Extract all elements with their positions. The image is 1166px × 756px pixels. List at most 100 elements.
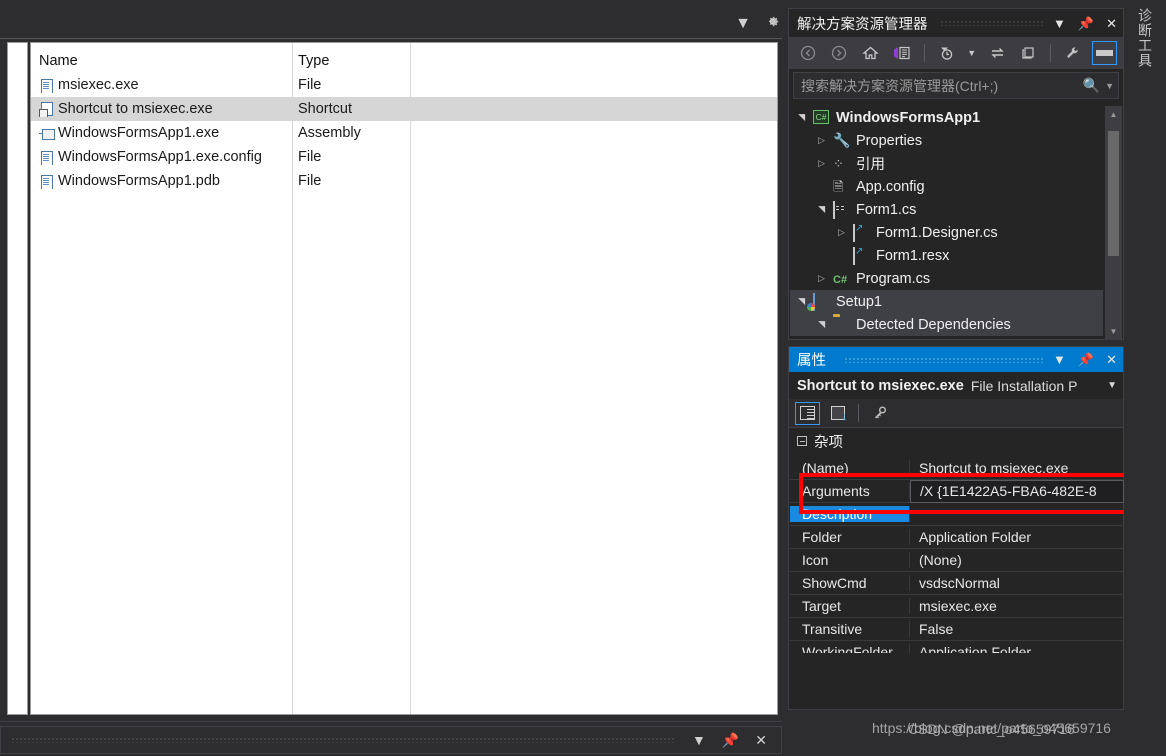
tree-node-form1-cs[interactable]: ◢ Form1.cs	[790, 198, 1103, 221]
properties-grid[interactable]: (Name) Shortcut to msiexec.exe Arguments/X…	[790, 457, 1124, 653]
tree-node-windowsformsapp1[interactable]: ◢ C# WindowsFormsApp1	[790, 106, 1103, 129]
column-header-name[interactable]: Name	[31, 53, 292, 69]
property-name[interactable]: (Name)	[790, 460, 910, 476]
preview-selected-items-button[interactable]	[1091, 41, 1118, 65]
properties-category-header[interactable]: 杂项	[789, 428, 1123, 454]
collapse-all-button[interactable]	[1016, 41, 1041, 65]
visual-studio-window: ▼ Name Type msiexec.exe File Shortcut to msi…	[0, 0, 1166, 756]
chevron-right-icon[interactable]: ▷	[836, 228, 847, 237]
pin-icon[interactable]: 📌	[722, 733, 739, 747]
property-row[interactable]: Target msiexec.exe	[790, 595, 1124, 618]
alphabetical-button[interactable]	[825, 402, 850, 425]
chevron-down-icon[interactable]: ◢	[796, 112, 806, 123]
pending-changes-button[interactable]	[933, 41, 958, 65]
property-value[interactable]: vsdscNormal	[910, 575, 1124, 591]
scroll-down-icon[interactable]: ▼	[1105, 323, 1122, 340]
property-name[interactable]: Icon	[790, 552, 910, 568]
scroll-up-icon[interactable]: ▲	[1105, 106, 1122, 123]
titlebar-grip[interactable]	[939, 20, 1046, 26]
property-name[interactable]: Arguments	[790, 483, 910, 499]
chevron-down-icon[interactable]: ▼	[1107, 380, 1117, 391]
tab-diagnostic-tools[interactable]: 诊断工具	[1135, 8, 1155, 68]
solution-explorer-search[interactable]: 搜索解决方案资源管理器(Ctrl+;) 🔍 ▼	[793, 72, 1119, 99]
bottom-bar-grip[interactable]	[11, 737, 676, 743]
property-value[interactable]: Shortcut to msiexec.exe	[910, 460, 1124, 476]
pin-icon[interactable]: 📌	[1078, 353, 1094, 366]
assembly-icon	[39, 126, 55, 141]
tree-node-form1-resx[interactable]: Form1.resx	[790, 244, 1103, 267]
tree-node-label: Form1.cs	[856, 201, 917, 218]
back-button[interactable]	[795, 41, 820, 65]
close-icon[interactable]: ✕	[755, 733, 767, 747]
solution-view-button[interactable]	[889, 41, 914, 65]
property-row[interactable]: WorkingFolder Application Folder	[790, 641, 1124, 653]
property-name[interactable]: Description	[790, 506, 910, 522]
tree-node-setup1[interactable]: ◢ Setup1	[790, 290, 1103, 313]
property-row[interactable]: Icon (None)	[790, 549, 1124, 572]
chevron-right-icon[interactable]: ▷	[816, 136, 827, 145]
chevron-right-icon[interactable]: ▷	[816, 274, 827, 283]
file-list-row[interactable]: WindowsFormsApp1.exe.config File	[31, 145, 777, 169]
tree-node-app-config[interactable]: 🗎 App.config	[790, 175, 1103, 198]
categorized-button[interactable]	[795, 401, 820, 425]
tree-node-[interactable]: ▷ ⁘ 引用	[790, 152, 1103, 175]
file-system-editor-list[interactable]: Name Type msiexec.exe File Shortcut to msiex…	[30, 42, 778, 715]
search-icon[interactable]: 🔍	[1083, 77, 1100, 94]
tree-node-form1-designer-cs[interactable]: ▷ Form1.Designer.cs	[790, 221, 1103, 244]
tree-node-program-cs[interactable]: ▷ C# Program.cs	[790, 267, 1103, 290]
property-name[interactable]: Target	[790, 598, 910, 614]
chevron-down-icon[interactable]: ◢	[816, 319, 826, 330]
chevron-down-icon[interactable]: ▼	[1053, 17, 1066, 30]
property-name[interactable]: ShowCmd	[790, 575, 910, 591]
property-value[interactable]: False	[910, 621, 1124, 637]
property-name[interactable]: WorkingFolder	[790, 644, 910, 653]
property-value[interactable]: /X {1E1422A5-FBA6-482E-8	[910, 479, 1124, 503]
search-input[interactable]: 搜索解决方案资源管理器(Ctrl+;)	[801, 76, 998, 96]
tree-node-detected-dependencies[interactable]: ◢ Detected Dependencies	[790, 313, 1103, 336]
pending-changes-dropdown[interactable]: ▼	[965, 41, 979, 65]
property-value[interactable]: (None)	[910, 552, 1124, 568]
property-pages-button[interactable]	[867, 402, 892, 425]
property-value[interactable]: Application Folder	[910, 644, 1124, 653]
property-row[interactable]: Transitive False	[790, 618, 1124, 641]
home-button[interactable]	[858, 41, 883, 65]
chevron-down-icon[interactable]: ◢	[816, 204, 826, 215]
properties-object-selector[interactable]: Shortcut to msiexec.exe File Installatio…	[789, 372, 1123, 399]
file-list-row[interactable]: WindowsFormsApp1.exe Assembly	[31, 121, 777, 145]
gear-icon[interactable]	[765, 14, 780, 33]
minus-box-icon[interactable]	[797, 436, 807, 446]
tree-node-properties[interactable]: ▷ 🔧 Properties	[790, 129, 1103, 152]
chevron-right-icon[interactable]: ▷	[816, 159, 827, 168]
close-icon[interactable]: ✕	[1106, 353, 1117, 366]
properties-button[interactable]	[1060, 41, 1085, 65]
file-list-row[interactable]: WindowsFormsApp1.pdb File	[31, 169, 777, 193]
solution-explorer-toolbar: ▼	[789, 37, 1123, 69]
property-name[interactable]: Folder	[790, 529, 910, 545]
property-row[interactable]: Arguments/X {1E1422A5-FBA6-482E-8	[790, 479, 1124, 503]
property-name[interactable]: Transitive	[790, 621, 910, 637]
column-header-type[interactable]: Type	[292, 53, 410, 69]
pin-icon[interactable]: 📌	[1078, 17, 1094, 30]
solution-tree[interactable]: ◢ C# WindowsFormsApp1 ▷ 🔧 Properties ▷ ⁘ 引用 🗎 App.…	[790, 106, 1124, 340]
property-row[interactable]: Folder Application Folder	[790, 526, 1124, 549]
property-value[interactable]: msiexec.exe	[910, 598, 1124, 614]
file-list-row[interactable]: msiexec.exe File	[31, 73, 777, 97]
property-value[interactable]: Application Folder	[910, 529, 1124, 545]
sync-with-active-document-button[interactable]	[985, 41, 1010, 65]
chevron-down-icon[interactable]: ▼	[1105, 81, 1114, 91]
solution-explorer-titlebar[interactable]: 解决方案资源管理器 ▼ 📌 ✕	[789, 9, 1123, 37]
property-row[interactable]: (Name) Shortcut to msiexec.exe	[790, 457, 1124, 480]
chevron-down-icon[interactable]: ▼	[1053, 353, 1066, 366]
forward-button[interactable]	[826, 41, 851, 65]
titlebar-grip[interactable]	[844, 356, 1046, 363]
file-list-row[interactable]: Shortcut to msiexec.exe Shortcut	[31, 97, 777, 121]
solution-tree-scrollbar[interactable]: ▲ ▼	[1105, 106, 1122, 340]
property-row[interactable]: Description	[790, 503, 1124, 526]
chevron-down-icon[interactable]: ◢	[796, 296, 806, 307]
properties-titlebar[interactable]: 属性 ▼ 📌 ✕	[789, 347, 1123, 372]
scrollbar-thumb[interactable]	[1108, 131, 1119, 256]
chevron-down-icon[interactable]: ▼	[692, 733, 706, 747]
property-row[interactable]: ShowCmd vsdscNormal	[790, 572, 1124, 595]
chevron-down-icon[interactable]: ▼	[735, 15, 751, 32]
close-icon[interactable]: ✕	[1106, 17, 1117, 30]
